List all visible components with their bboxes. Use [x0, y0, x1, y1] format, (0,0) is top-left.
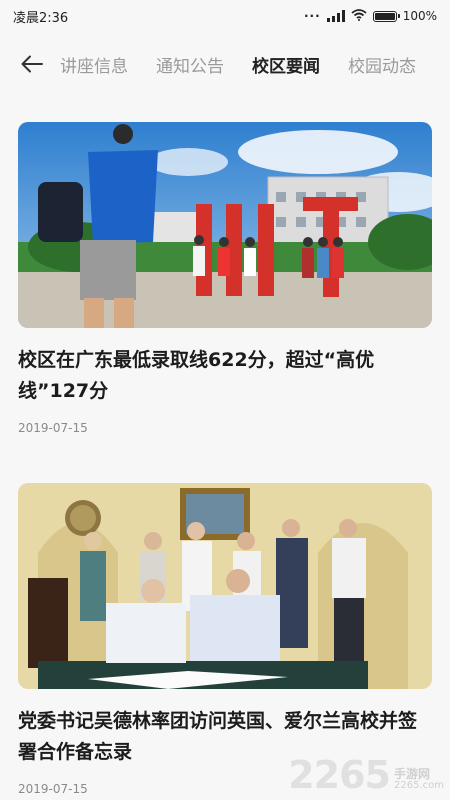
tab-bar: 讲座信息 通知公告 校区要闻 校园动态: [60, 52, 444, 77]
signal-icon: [326, 10, 345, 22]
wifi-icon: [351, 8, 367, 24]
news-title[interactable]: 校区在广东最低录取线622分，超过“高优线”127分: [18, 345, 418, 407]
news-card[interactable]: 校区在广东最低录取线622分，超过“高优线”127分 2019-07-15: [18, 122, 432, 435]
tab-campus-activities[interactable]: 校园动态: [348, 52, 416, 77]
watermark-logo: 2265 手游网 2265.com: [288, 753, 444, 797]
watermark-site: 手游网 2265.com: [394, 768, 444, 792]
status-bar: 凌晨2:36 ··· 100%: [0, 0, 450, 32]
tab-lectures[interactable]: 讲座信息: [60, 52, 128, 77]
tab-notices[interactable]: 通知公告: [156, 52, 224, 77]
news-date: 2019-07-15: [18, 421, 88, 435]
back-button[interactable]: [18, 50, 46, 78]
news-image-signing-ceremony[interactable]: [18, 483, 432, 689]
battery-percent: 100%: [402, 9, 437, 23]
more-dots-icon: ···: [304, 9, 321, 23]
watermark-site-name: 手游网: [394, 767, 431, 781]
news-card[interactable]: 党委书记吴德林率团访问英国、爱尔兰高校并签署合作备忘录 2019-07-15: [18, 483, 432, 796]
battery-icon: [372, 10, 400, 22]
tab-campus-news[interactable]: 校区要闻: [252, 52, 320, 77]
watermark-number: 2265: [288, 753, 391, 797]
status-icons: ··· 100%: [304, 8, 437, 24]
arrow-left-icon: [21, 55, 43, 73]
watermark-site-url: 2265.com: [394, 780, 444, 791]
status-time: 凌晨2:36: [13, 10, 69, 26]
top-nav: 讲座信息 通知公告 校区要闻 校园动态: [0, 40, 450, 88]
news-image-campus-sign[interactable]: [18, 122, 432, 328]
